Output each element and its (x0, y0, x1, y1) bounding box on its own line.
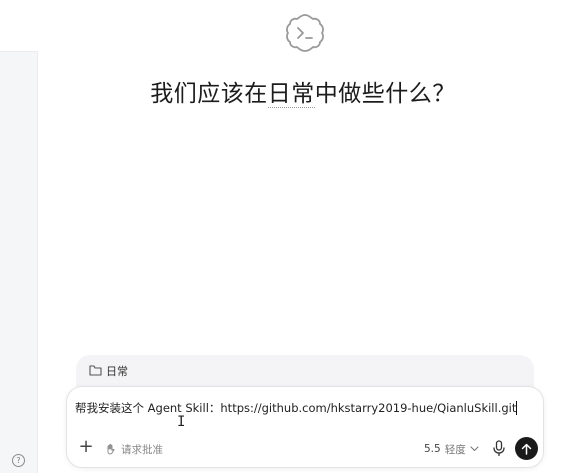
project-label: 日常 (106, 365, 128, 378)
model-version: 5.5 (424, 443, 441, 455)
prompt-input[interactable]: 帮我安装这个 Agent Skill：https://github.com/hk… (75, 400, 535, 416)
sidebar-top-band (0, 0, 38, 52)
help-icon[interactable]: ? (12, 454, 25, 467)
main-area: 我们应该在日常中做些什么？ 日常 帮我安装这个 Agent Skill：http… (39, 0, 567, 473)
microphone-icon[interactable] (491, 439, 507, 457)
page-title: 我们应该在日常中做些什么？ (39, 74, 567, 108)
approval-label: 请求批准 (121, 443, 163, 456)
sidebar: ? (0, 0, 38, 473)
hand-icon (107, 444, 115, 455)
arrow-up-icon (521, 443, 532, 455)
folder-icon (89, 365, 102, 376)
send-button[interactable] (515, 437, 538, 460)
composer: 帮我安装这个 Agent Skill：https://github.com/hk… (66, 386, 544, 468)
title-suffix: 中做些什么？ (314, 81, 456, 107)
title-prefix: 我们应该在 (150, 81, 268, 107)
model-speed: 轻度 (444, 443, 466, 456)
ibeam-cursor-icon: I (177, 414, 186, 430)
project-link[interactable]: 日常 (267, 81, 315, 108)
app-logo-icon (286, 14, 324, 52)
model-selector[interactable]: 5.5 轻度 (424, 441, 479, 457)
chevron-down-icon (470, 446, 479, 452)
approval-mode-button[interactable]: 请求批准 (105, 440, 163, 458)
prompt-text: 帮我安装这个 Agent Skill：https://github.com/hk… (75, 401, 517, 415)
add-attachment-button[interactable]: + (77, 438, 95, 457)
app-window: ? 我们应该在日常中做些什么？ 日常 帮我安装这个 Agent Skill：ht… (0, 0, 567, 473)
text-caret (516, 401, 518, 415)
